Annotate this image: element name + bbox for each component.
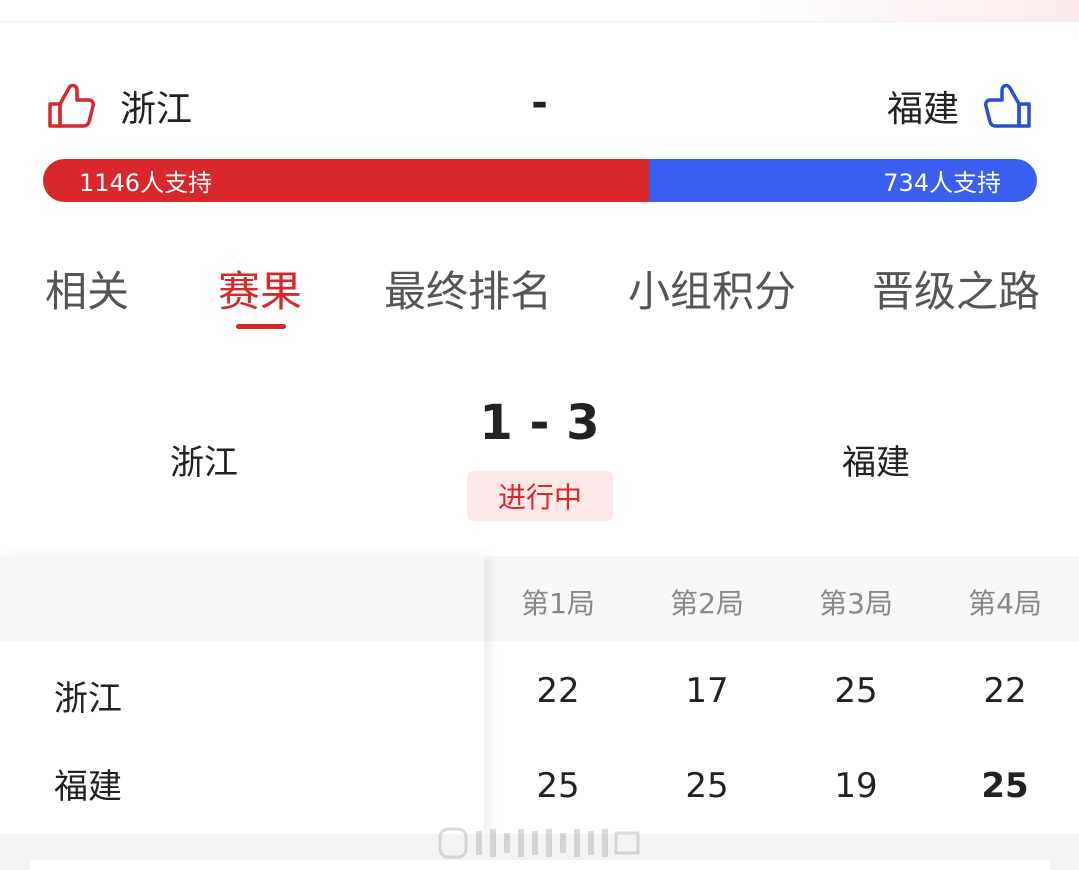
tab-results[interactable]: 赛果 [218,258,302,319]
tab-active-indicator [236,324,286,329]
away-team-name: 福建 [886,89,959,130]
tab-bar: 相关 赛果 最终排名 小组积分 晋级之路 [0,258,1079,338]
match-away-team[interactable]: 福建 [842,435,910,484]
set-header: 第3局 [819,587,893,620]
status-badge: 进行中 [467,471,613,521]
next-card-edge [30,860,1050,870]
set-header: 第2局 [670,587,744,620]
away-support-bar: 734人支持 [648,159,1037,202]
set-score-cell: 17 [685,671,729,711]
sets-table: 第1局 第2局 第3局 第4局 浙江 22 17 25 22 福建 25 25 … [0,556,1079,834]
set-score-cell: 22 [983,671,1027,711]
tab-final-ranking[interactable]: 最终排名 [384,258,552,319]
away-team-vote[interactable]: 福建 [887,78,1035,134]
set-score-cell: 25 [685,766,729,806]
home-support-text: 1146人支持 [79,169,213,197]
match-summary: 浙江 1 - 3 福建 进行中 [0,395,1079,535]
home-support-bar: 1146人支持 [43,159,649,202]
row-team-name: 浙江 [54,679,122,719]
set-score-cell: 22 [536,671,580,711]
set-score-cell: 19 [834,766,878,806]
vote-header: 浙江 - 福建 [0,70,1079,140]
match-score: 1 - 3 [479,395,600,451]
support-bar: 1146人支持 734人支持 [43,159,1037,202]
tab-group-points[interactable]: 小组积分 [628,258,796,319]
row-team-name: 福建 [54,767,122,807]
tab-related[interactable]: 相关 [45,258,129,319]
set-header: 第4局 [968,587,1042,620]
away-support-text: 734人支持 [883,169,1001,197]
set-score-cell: 25 [834,671,878,711]
set-score-cell: 25 [981,766,1029,806]
watermark-logo [438,827,640,859]
thumbs-up-icon[interactable] [979,78,1035,134]
set-score-cell: 25 [536,766,580,806]
tab-advancement-path[interactable]: 晋级之路 [872,258,1040,319]
top-strip [0,0,1079,22]
set-header: 第1局 [521,587,595,620]
